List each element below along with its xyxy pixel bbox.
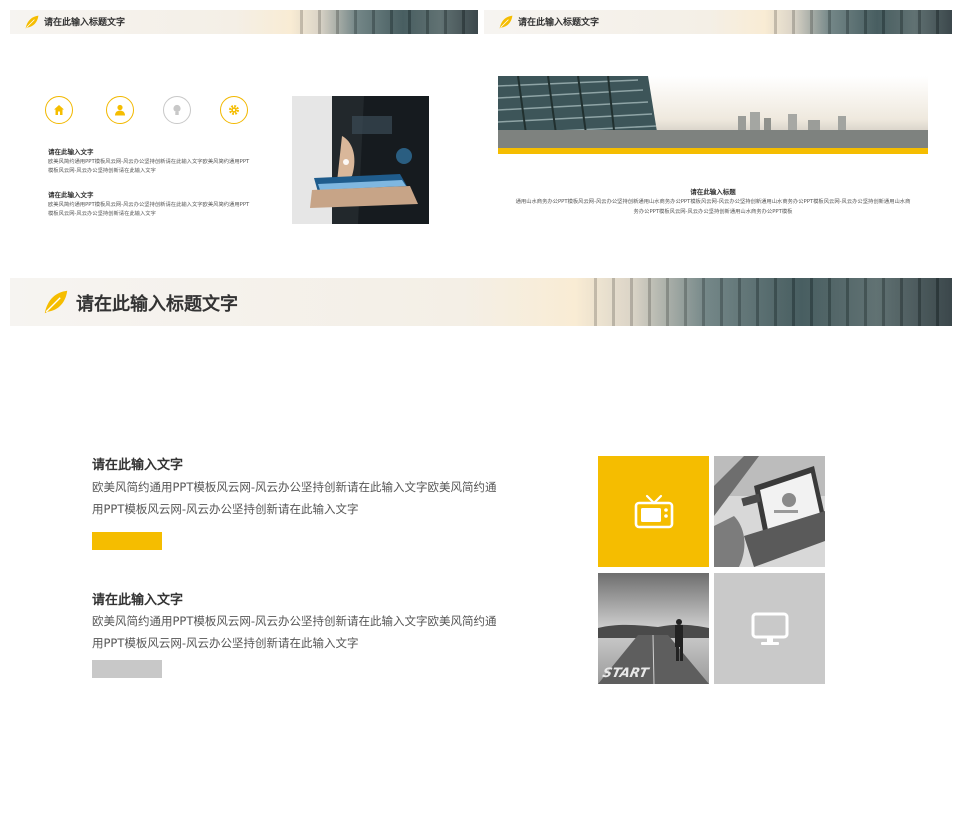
tablet-hand-photo <box>292 96 429 224</box>
user-icon <box>106 96 134 124</box>
leaf-icon <box>25 15 39 29</box>
building-photo <box>594 278 952 326</box>
tile-tv <box>598 456 709 567</box>
text-block-heading: 请在此输入文字 <box>48 148 94 156</box>
accent-rule <box>498 148 928 154</box>
header-title: 请在此输入标题文字 <box>76 294 238 315</box>
slide-thumbnail-2[interactable]: 请在此输入标题文字 请在此输入标题 通用山水商务办公PPT模板风云网-风云办公坚… <box>484 10 952 272</box>
home-icon <box>45 96 73 124</box>
header-banner: 请在此输入标题文字 <box>484 10 952 34</box>
text-block-body: 欧美风简约通用PPT模板风云网-风云办公坚持创新请在此输入文字欧美风简约通用PP… <box>48 202 250 217</box>
start-road-photo: START <box>598 573 709 684</box>
monitor-icon <box>751 612 788 645</box>
city-skyline-photo <box>498 76 928 148</box>
header-title: 请在此输入标题文字 <box>518 18 600 28</box>
slide-thumbnail-1[interactable]: 请在此输入标题文字 请在此输入文字 欧美风简约通用PPT模板风云网-风云办公坚持… <box>10 10 478 272</box>
building-photo <box>774 10 952 34</box>
accent-bar <box>92 532 162 550</box>
leaf-icon <box>499 15 513 29</box>
building-photo <box>300 10 478 34</box>
tile-monitor <box>714 573 825 684</box>
tv-icon <box>634 494 673 528</box>
section-heading: 请在此输入标题 <box>690 188 736 196</box>
text-block-heading: 请在此输入文字 <box>92 593 184 608</box>
text-block-heading: 请在此输入文字 <box>48 191 94 199</box>
text-block-body: 欧美风简约通用PPT模板风云网-风云办公坚持创新请在此输入文字欧美风简约通用PP… <box>48 159 250 174</box>
header-title: 请在此输入标题文字 <box>44 18 126 28</box>
header-banner: 请在此输入标题文字 <box>10 278 952 326</box>
header-banner: 请在此输入标题文字 <box>10 10 478 34</box>
lightbulb-icon <box>163 96 191 124</box>
leaf-icon <box>44 290 68 314</box>
start-road-text: START <box>601 666 651 681</box>
laptop-photo <box>714 456 825 567</box>
text-block-heading: 请在此输入文字 <box>92 458 184 473</box>
text-block-body: 欧美风简约通用PPT模板风云网-风云办公坚持创新请在此输入文字欧美风简约通用PP… <box>92 614 497 650</box>
slide-main[interactable]: 请在此输入标题文字 请在此输入文字 欧美风简约通用PPT模板风云网-风云办公坚持… <box>10 278 952 808</box>
section-body: 通用山水商务办公PPT模板风云网-风云办公坚持创新通用山水商务办公PPT模板风云… <box>515 199 911 215</box>
gear-icon <box>220 96 248 124</box>
grey-bar <box>92 660 162 678</box>
text-block-body: 欧美风简约通用PPT模板风云网-风云办公坚持创新请在此输入文字欧美风简约通用PP… <box>92 480 497 516</box>
